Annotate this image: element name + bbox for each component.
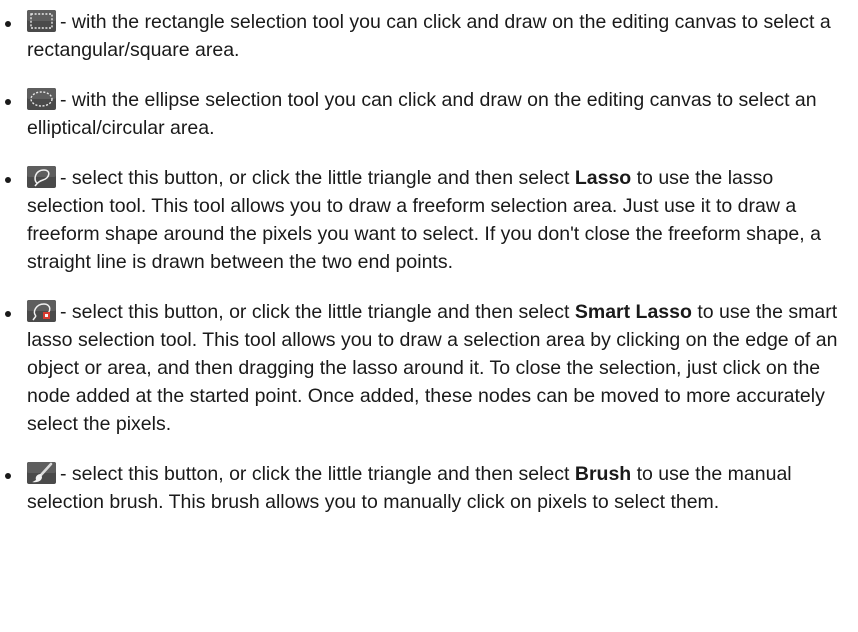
smart-lasso-keyword: Smart Lasso xyxy=(574,301,692,323)
brush-keyword: Brush xyxy=(574,463,632,485)
smart-lasso-icon xyxy=(27,300,56,322)
rectangle-selection-text: - with the rectangle selection tool you … xyxy=(27,11,831,61)
list-item-ellipse-selection: - with the ellipse selection tool you ca… xyxy=(0,86,846,142)
lasso-icon xyxy=(27,166,56,188)
selection-brush-icon xyxy=(27,462,56,484)
brush-text-before: - select this button, or click the littl… xyxy=(60,463,575,485)
list-item-rectangle-selection: - with the rectangle selection tool you … xyxy=(0,8,846,64)
rectangle-selection-icon xyxy=(27,10,56,32)
list-item-smart-lasso: - select this button, or click the littl… xyxy=(0,298,846,438)
lasso-text-before: - select this button, or click the littl… xyxy=(60,167,575,189)
ellipse-selection-icon xyxy=(27,88,56,110)
lasso-keyword: Lasso xyxy=(574,167,632,189)
help-document: - with the rectangle selection tool you … xyxy=(0,0,858,632)
smart-lasso-text-before: - select this button, or click the littl… xyxy=(60,301,575,323)
list-item-selection-brush: - select this button, or click the littl… xyxy=(0,460,846,516)
list-item-lasso: - select this button, or click the littl… xyxy=(0,164,846,276)
selection-tools-list: - with the rectangle selection tool you … xyxy=(0,8,846,538)
ellipse-selection-text: - with the ellipse selection tool you ca… xyxy=(27,89,817,139)
